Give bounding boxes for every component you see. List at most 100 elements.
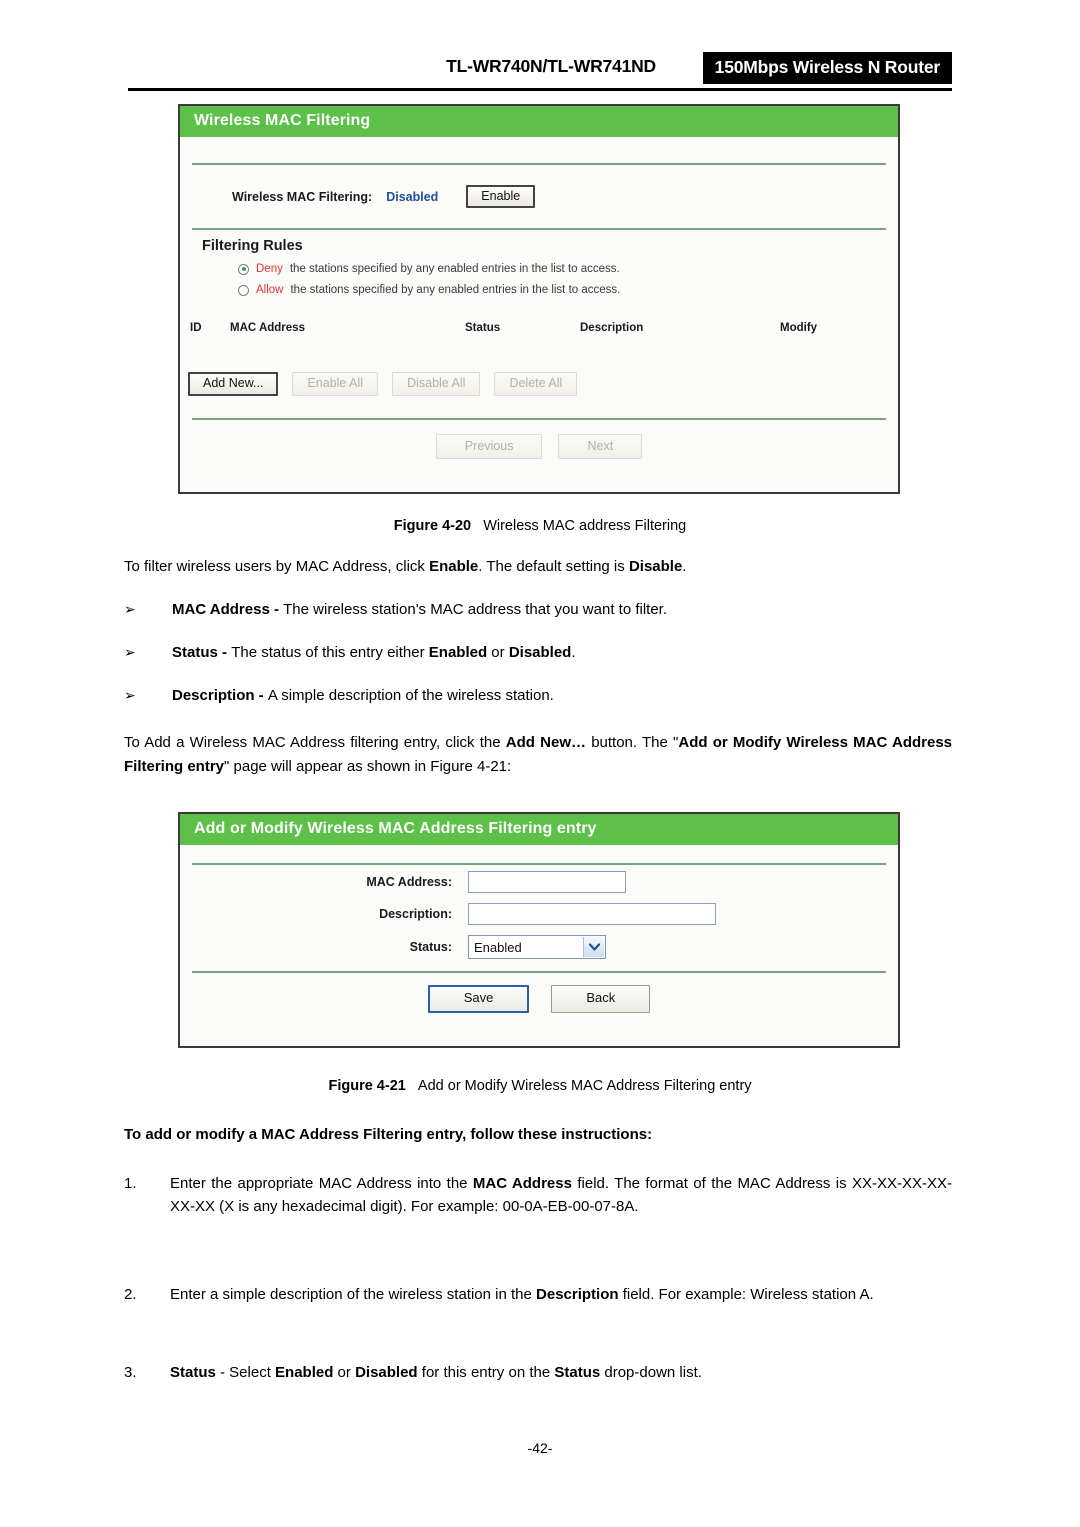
description-label: Description:	[379, 907, 452, 921]
step-3-mid: or	[333, 1364, 356, 1381]
step-1-text: Enter the appropriate MAC Address into t…	[170, 1172, 952, 1219]
form-row-description: Description:	[180, 903, 898, 925]
column-header-id: ID	[190, 322, 202, 335]
add-new-button[interactable]: Add New...	[188, 372, 279, 396]
step-3-bold-status-lead: Status	[170, 1364, 216, 1381]
mac-filtering-state-label: Wireless MAC Filtering:	[232, 189, 373, 204]
panel-spacer	[180, 137, 898, 163]
addnew-text-pre: To Add a Wireless MAC Address filtering …	[124, 734, 506, 751]
form-row-status: Status: Enabled	[180, 935, 898, 959]
header-divider	[128, 88, 952, 91]
bullet-description-text: Description - A simple description of th…	[172, 687, 952, 704]
radio-allow-icon[interactable]	[238, 284, 249, 296]
step-2-post: field. For example: Wireless station A.	[618, 1286, 874, 1303]
instructions-heading: To add or modify a MAC Address Filtering…	[124, 1126, 653, 1143]
step-1-pre: Enter the appropriate MAC Address into t…	[170, 1175, 473, 1192]
bullet-status-bold-enabled: Enabled	[428, 644, 488, 661]
filtering-rules-heading: Filtering Rules	[202, 238, 303, 255]
status-dropdown[interactable]: Enabled	[468, 935, 606, 959]
mac-address-input[interactable]	[468, 871, 626, 893]
step-3-bold-disabled: Disabled	[355, 1364, 418, 1381]
mac-filtering-state-value: Disabled	[386, 189, 439, 204]
next-page-button[interactable]: Next	[558, 433, 643, 460]
header-model-name: TL-WR740N/TL-WR741ND	[446, 56, 656, 76]
intro-text-3: .	[682, 558, 687, 575]
step-3-pre: - Select	[215, 1364, 276, 1381]
bullet-term-description: Description	[172, 687, 255, 704]
status-label: Status:	[409, 940, 452, 954]
step-3-number: 3.	[124, 1364, 137, 1381]
figure-caption-4-20: Figure 4-20 Wireless MAC address Filteri…	[0, 518, 1080, 534]
entry-form: MAC Address: Description: Status: Enable…	[180, 865, 898, 959]
bullet-term-status: Status	[172, 644, 218, 661]
bullet-status: ➢ Status - The status of this entry eith…	[124, 644, 952, 661]
intro-text-2: . The default setting is	[478, 558, 629, 575]
bullet-status-desc-mid: or	[487, 644, 509, 661]
bulk-action-button-row: Add New... Enable All Disable All Delete…	[180, 344, 898, 396]
step-1-number: 1.	[124, 1175, 137, 1192]
step-3-mid2: for this entry on the	[417, 1364, 555, 1381]
description-input[interactable]	[468, 903, 716, 925]
bullet-mac-address-text: MAC Address - The wireless station's MAC…	[172, 601, 952, 618]
mac-filtering-state-row: Wireless MAC Filtering: Disabled Enable	[180, 165, 898, 228]
rule-deny-text: the stations specified by any enabled en…	[289, 263, 620, 276]
previous-page-button[interactable]: Previous	[435, 433, 543, 460]
figure-caption-4-20-text: Wireless MAC address Filtering	[483, 518, 687, 534]
radio-deny-icon[interactable]	[238, 263, 249, 275]
figure-caption-4-20-number: Figure 4-20	[393, 518, 472, 534]
column-header-status: Status	[465, 322, 501, 335]
intro-bold-disable: Disable	[628, 558, 683, 575]
figure-caption-4-21-text: Add or Modify Wireless MAC Address Filte…	[417, 1078, 752, 1094]
rule-allow-keyword: Allow	[256, 284, 284, 297]
step-2-pre: Enter a simple description of the wirele…	[170, 1286, 537, 1303]
page-number: -42-	[527, 1440, 553, 1456]
bullet-status-desc-pre: The status of this entry either	[231, 644, 429, 661]
step-2-number: 2.	[124, 1286, 137, 1303]
rule-option-deny[interactable]: Deny the stations specified by any enabl…	[180, 254, 898, 275]
panel-title-mac-filtering: Wireless MAC Filtering	[180, 106, 898, 137]
bullet-status-text: Status - The status of this entry either…	[172, 644, 952, 661]
column-header-modify: Modify	[780, 322, 818, 335]
step-2-bold-description: Description	[536, 1286, 619, 1303]
step-3-bold-status: Status	[554, 1364, 601, 1381]
rule-deny-keyword: Deny	[256, 263, 283, 276]
bullet-marker-icon: ➢	[124, 644, 136, 660]
form-button-row: Save Back	[180, 973, 898, 1013]
bullet-desc-description: A simple description of the wireless sta…	[267, 687, 554, 704]
panel-spacer	[180, 845, 898, 863]
wireless-mac-filtering-panel: Wireless MAC Filtering Wireless MAC Filt…	[178, 104, 900, 494]
enable-all-button[interactable]: Enable All	[292, 372, 379, 396]
addnew-text-mid: button. The "	[586, 734, 679, 751]
bullet-description: ➢ Description - A simple description of …	[124, 687, 952, 704]
step-3-text: Status - Select Enabled or Disabled for …	[170, 1361, 952, 1384]
chevron-down-icon[interactable]	[583, 937, 604, 957]
column-header-mac-address: MAC Address	[230, 322, 305, 335]
bullet-status-bold-disabled: Disabled	[508, 644, 572, 661]
step-3-bold-enabled: Enabled	[275, 1364, 334, 1381]
form-row-mac-address: MAC Address:	[180, 871, 898, 893]
pagination-row: Previous Next	[180, 420, 898, 460]
bullet-status-desc-post: .	[571, 644, 576, 661]
delete-all-button[interactable]: Delete All	[494, 372, 578, 396]
bullet-marker-icon: ➢	[124, 687, 136, 703]
bullet-desc-mac-address: The wireless station's MAC address that …	[283, 601, 668, 618]
bullet-sep-0: -	[269, 601, 284, 618]
disable-all-button[interactable]: Disable All	[392, 372, 481, 396]
bullet-sep-1: -	[217, 644, 232, 661]
enable-button[interactable]: Enable	[466, 185, 536, 209]
figure-caption-4-21-number: Figure 4-21	[328, 1078, 406, 1094]
step-2-text: Enter a simple description of the wirele…	[170, 1283, 952, 1306]
figure-caption-4-21: Figure 4-21 Add or Modify Wireless MAC A…	[0, 1078, 1080, 1094]
rule-option-allow[interactable]: Allow the stations specified by any enab…	[180, 275, 898, 296]
bullet-mac-address: ➢ MAC Address - The wireless station's M…	[124, 601, 952, 618]
bullet-sep-2: -	[254, 687, 268, 704]
step-3-post: drop-down list.	[600, 1364, 702, 1381]
instruction-step-1: 1. Enter the appropriate MAC Address int…	[124, 1172, 952, 1219]
instruction-step-3: 3. Status - Select Enabled or Disabled f…	[124, 1361, 952, 1384]
back-button[interactable]: Back	[551, 985, 651, 1013]
addnew-bold-add-new: Add New…	[505, 734, 586, 751]
step-1-bold-mac-address: MAC Address	[472, 1175, 572, 1192]
status-dropdown-value: Enabled	[474, 939, 522, 955]
intro-bold-enable: Enable	[429, 558, 479, 575]
save-button[interactable]: Save	[427, 985, 530, 1013]
